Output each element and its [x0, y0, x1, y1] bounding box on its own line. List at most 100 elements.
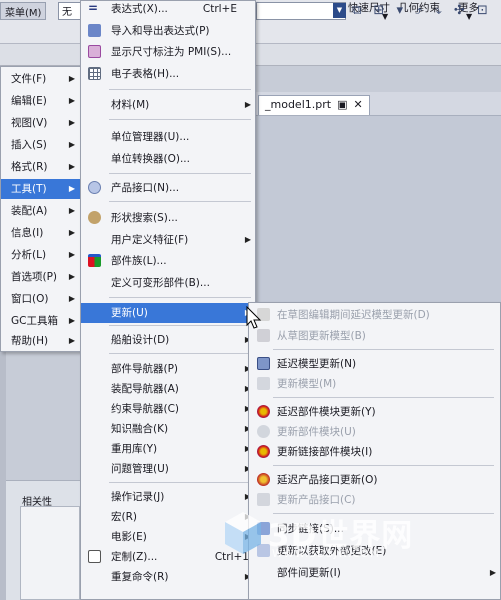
menu-item-label: 显示尺寸标注为 PMI(S)...	[111, 46, 232, 58]
tools-item-reuse-library[interactable]: 重用库(Y) ▶	[81, 439, 255, 459]
menu-item-label: 文件(F)	[11, 73, 47, 85]
update-item-update-from-sketch[interactable]: 从草图更新模型(B)	[249, 326, 500, 346]
menu-item-label: 部件导航器(P)	[111, 363, 179, 375]
submenu-arrow-icon: ▶	[244, 100, 251, 109]
update-item-update-linked-module[interactable]: 更新链接部件模块(I)	[249, 442, 500, 462]
menu-item-label: 更新部件模块(U)	[277, 426, 356, 438]
type-filter-combo[interactable]: 无	[58, 2, 82, 20]
pmi-icon	[88, 45, 101, 58]
update-item-delay-product-interface[interactable]: 延迟产品接口更新(O)	[249, 470, 500, 490]
main-menu-item-insert[interactable]: 插入(S) ▶	[1, 135, 81, 155]
menu-item-label: 约束导航器(C)	[111, 403, 180, 415]
tools-item-unit-converter[interactable]: 单位转换器(O)...	[81, 149, 255, 169]
dropdown-arrow-icon[interactable]: ▼	[333, 3, 346, 18]
part-family-icon	[88, 254, 101, 267]
update-product-interface-icon	[257, 493, 270, 506]
submenu-arrow-icon: ▶	[68, 316, 75, 325]
menu-item-label: 延迟部件模块更新(Y)	[277, 406, 376, 418]
relevance-box	[20, 506, 80, 600]
tools-item-pmi[interactable]: 显示尺寸标注为 PMI(S)...	[81, 42, 255, 62]
menu-item-label: 插入(S)	[11, 139, 47, 151]
tools-item-constraint-navigator[interactable]: 约束导航器(C) ▶	[81, 399, 255, 419]
tools-item-knowledge-fusion[interactable]: 知识融合(K) ▶	[81, 419, 255, 439]
main-menu-item-help[interactable]: 帮助(H) ▶	[1, 331, 81, 351]
document-tab[interactable]: _model1.prt ▣ ✕	[258, 95, 370, 115]
main-menu: 文件(F) ▶ 编辑(E) ▶ 视图(V) ▶ 插入(S) ▶ 格式(R) ▶ 工具(T)…	[0, 66, 82, 352]
submenu-arrow-icon: ▶	[68, 228, 75, 237]
tools-item-issue-management[interactable]: 问题管理(U) ▶	[81, 459, 255, 479]
close-icon[interactable]: ✕	[353, 98, 362, 111]
update-item-update-part-module[interactable]: 更新部件模块(U)	[249, 422, 500, 442]
update-item-update-product-interface[interactable]: 更新产品接口(C)	[249, 490, 500, 510]
menu-item-label: 帮助(H)	[11, 335, 49, 347]
submenu-arrow-icon: ▶	[68, 272, 75, 281]
tools-item-spreadsheet[interactable]: 电子表格(H)...	[81, 64, 255, 84]
menu-item-label: 在草图编辑期间延迟模型更新(D)	[277, 309, 430, 321]
submenu-arrow-icon: ▶	[68, 336, 75, 345]
menu-item-label: 船舶设计(D)	[111, 334, 170, 346]
update-item-interpart-update[interactable]: 部件间更新(I) ▶	[249, 563, 500, 583]
menu-item-label: 信息(I)	[11, 227, 44, 239]
main-menu-item-window[interactable]: 窗口(O) ▶	[1, 289, 81, 309]
main-menu-item-file[interactable]: 文件(F) ▶	[1, 69, 81, 89]
main-menu-item-preferences[interactable]: 首选项(P) ▶	[1, 267, 81, 287]
menu-separator	[273, 397, 494, 398]
snap-toolbar-icons[interactable]: ⧉ ⊞ ▾ ⤴ ⤵ ✣ ⊡	[352, 3, 492, 18]
main-menu-item-analysis[interactable]: 分析(L) ▶	[1, 245, 81, 265]
tools-item-expressions[interactable]: = 表达式(X)... Ctrl+E	[81, 0, 255, 19]
delay-product-interface-icon	[257, 473, 270, 486]
tools-item-ship-design[interactable]: 船舶设计(D) ▶	[81, 330, 255, 350]
delay-part-module-icon	[257, 405, 270, 418]
delay-model-update-icon	[257, 357, 270, 370]
main-menu-item-format[interactable]: 格式(R) ▶	[1, 157, 81, 177]
menu-item-label: 分析(L)	[11, 249, 47, 261]
submenu-arrow-icon: ▶	[68, 294, 75, 303]
tools-item-update[interactable]: 更新(U) ▶	[81, 303, 255, 323]
main-menu-item-view[interactable]: 视图(V) ▶	[1, 113, 81, 133]
main-menu-item-gc-toolbox[interactable]: GC工具箱 ▶	[1, 311, 81, 331]
submenu-arrow-icon: ▶	[489, 568, 496, 577]
menu-item-label: 定制(Z)...	[111, 551, 158, 563]
menu-item-label: 问题管理(U)	[111, 463, 169, 475]
menu-item-label: 更新产品接口(C)	[277, 494, 356, 506]
menu-separator	[109, 173, 251, 174]
main-menu-item-information[interactable]: 信息(I) ▶	[1, 223, 81, 243]
watermark-url: WWW.3DSJW.COM	[272, 548, 380, 560]
menu-button[interactable]: 菜单(M)	[0, 2, 47, 20]
main-menu-item-edit[interactable]: 编辑(E) ▶	[1, 91, 81, 111]
tools-item-journal[interactable]: 操作记录(J) ▶	[81, 487, 255, 507]
product-interface-icon	[88, 181, 101, 194]
menu-separator	[109, 325, 251, 326]
watermark-cube-icon	[225, 512, 261, 554]
tools-item-materials[interactable]: 材料(M) ▶	[81, 95, 255, 115]
main-menu-item-tools[interactable]: 工具(T) ▶	[1, 179, 81, 199]
tools-item-assembly-navigator[interactable]: 装配导航器(A) ▶	[81, 379, 255, 399]
update-item-delay-model-update[interactable]: 延迟模型更新(N)	[249, 354, 500, 374]
update-item-delay-part-module[interactable]: 延迟部件模块更新(Y)	[249, 402, 500, 422]
submenu-arrow-icon: ▶	[68, 74, 75, 83]
menu-item-label: 延迟产品接口更新(O)	[277, 474, 378, 486]
update-from-sketch-icon	[257, 329, 270, 342]
pin-icon[interactable]: ▣	[337, 98, 347, 111]
tools-item-deformable-part[interactable]: 定义可变形部件(B)...	[81, 273, 255, 293]
customize-icon	[88, 550, 101, 563]
tools-item-user-defined-feature[interactable]: 用户定义特征(F) ▶	[81, 230, 255, 250]
document-tab-label: _model1.prt	[265, 98, 332, 111]
submenu-arrow-icon: ▶	[68, 118, 75, 127]
main-menu-item-assembly[interactable]: 装配(A) ▶	[1, 201, 81, 221]
menu-item-label: 更新(U)	[111, 307, 148, 319]
tools-item-part-family[interactable]: 部件族(L)...	[81, 251, 255, 271]
menu-item-label: 部件族(L)...	[111, 255, 167, 267]
tools-item-product-interface[interactable]: 产品接口(N)...	[81, 178, 255, 198]
tools-item-shape-search[interactable]: 形状搜索(S)...	[81, 208, 255, 228]
submenu-arrow-icon: ▶	[68, 250, 75, 259]
menu-item-label: GC工具箱	[11, 315, 58, 327]
update-item-update-model[interactable]: 更新模型(M)	[249, 374, 500, 394]
tools-item-part-navigator[interactable]: 部件导航器(P) ▶	[81, 359, 255, 379]
menu-item-label: 重复命令(R)	[111, 571, 169, 583]
update-item-delay-sketch[interactable]: 在草图编辑期间延迟模型更新(D)	[249, 305, 500, 325]
tools-item-repeat-command[interactable]: 重复命令(R) ▶	[81, 567, 255, 587]
tools-item-unit-manager[interactable]: 单位管理器(U)...	[81, 127, 255, 147]
tools-item-import-export[interactable]: 导入和导出表达式(P)	[81, 21, 255, 41]
submenu-arrow-icon: ▶	[68, 184, 75, 193]
